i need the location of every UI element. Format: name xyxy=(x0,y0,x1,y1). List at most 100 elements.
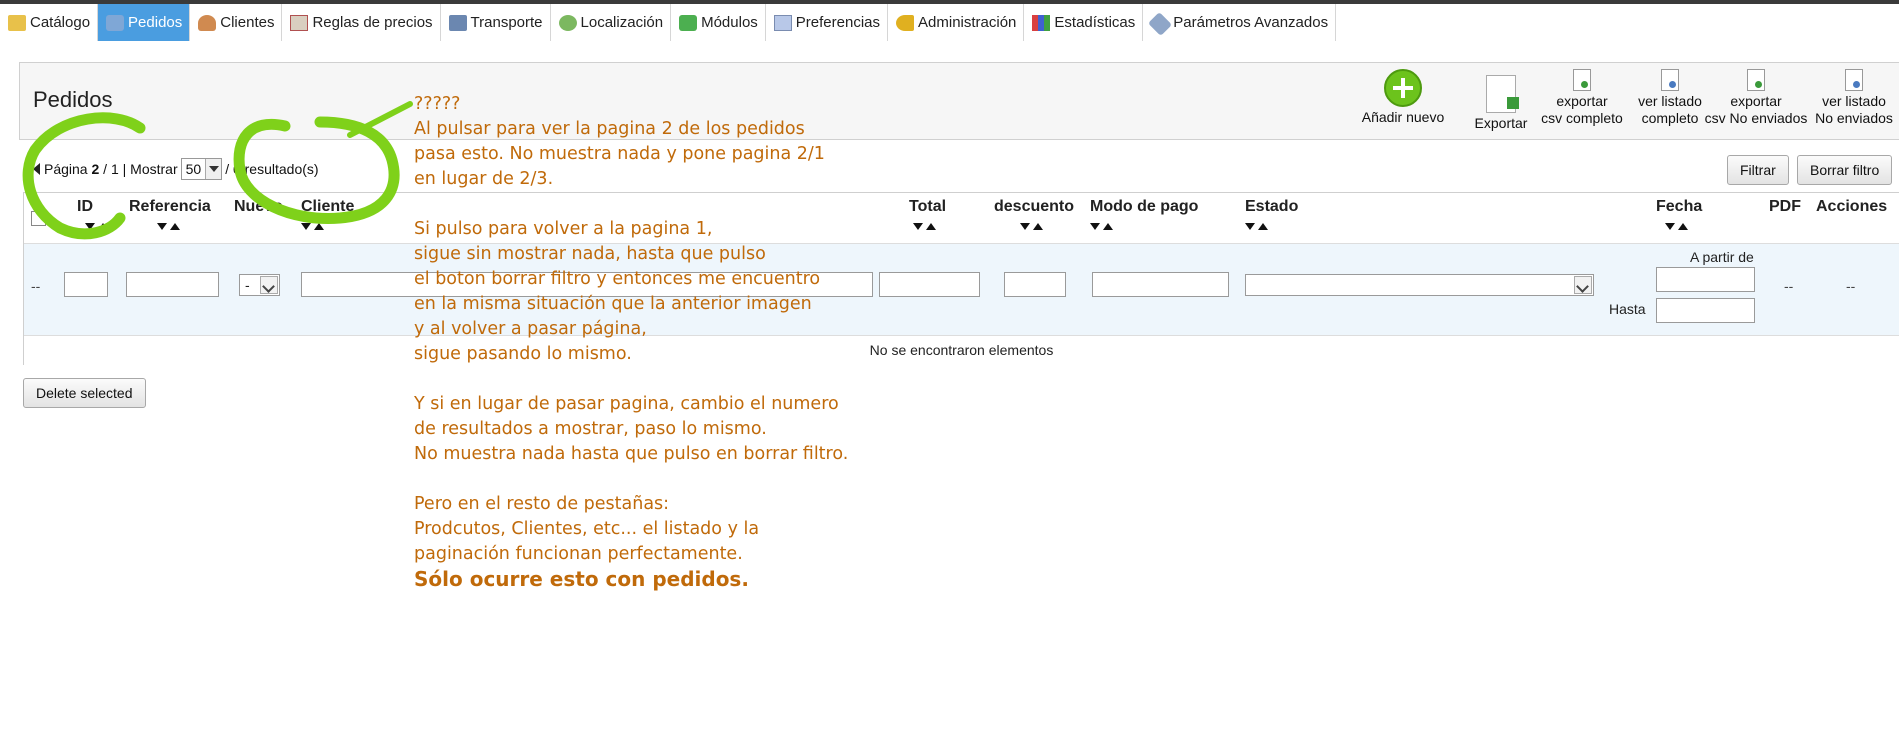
filter-new-select[interactable]: - xyxy=(239,274,280,296)
tab-localizacion[interactable]: Localización xyxy=(550,4,672,41)
filter-date-to-input[interactable] xyxy=(1656,298,1755,323)
sort-asc-icon[interactable] xyxy=(170,223,180,230)
clear-filter-button[interactable]: Borrar filtro xyxy=(1797,155,1893,185)
sort-asc-icon[interactable] xyxy=(1103,223,1113,230)
filter-id-input[interactable] xyxy=(64,272,108,297)
column-header-customer: Cliente xyxy=(301,198,355,215)
sort-controls-date xyxy=(1665,223,1688,230)
filter-actions-dash: -- xyxy=(1846,278,1856,294)
chart-icon xyxy=(1032,14,1051,31)
view-full-line1: ver listado xyxy=(1638,93,1702,109)
tab-pedidos[interactable]: Pedidos xyxy=(98,4,191,41)
main-tabs: Catálogo Pedidos Clientes Reglas de prec… xyxy=(0,4,1337,41)
tab-administracion[interactable]: Administración xyxy=(888,4,1025,41)
sort-desc-icon[interactable] xyxy=(913,223,923,230)
cart-icon xyxy=(106,14,125,31)
sort-desc-icon[interactable] xyxy=(1665,223,1675,230)
tab-catalogo[interactable]: Catálogo xyxy=(0,4,99,41)
column-header-date: Fecha xyxy=(1656,198,1703,215)
sort-asc-icon[interactable] xyxy=(314,223,324,230)
tab-estadisticas[interactable]: Estadísticas xyxy=(1024,4,1144,41)
delete-selected-button[interactable]: Delete selected xyxy=(23,378,146,408)
annotation-line: pasa esto. No muestra nada y pone pagina… xyxy=(414,144,825,164)
sort-asc-icon[interactable] xyxy=(1678,223,1688,230)
sort-desc-icon[interactable] xyxy=(85,223,95,230)
select-all-checkbox[interactable] xyxy=(31,211,46,226)
key-icon xyxy=(896,14,915,31)
sort-desc-icon[interactable] xyxy=(301,223,311,230)
per-page-select[interactable]: 50 xyxy=(180,158,223,180)
tab-label: Pedidos xyxy=(128,14,183,31)
tab-reglas-precios[interactable]: Reglas de precios xyxy=(282,4,441,41)
wrench-icon xyxy=(1148,11,1173,36)
export-csv-full-button[interactable]: exportar csv completo xyxy=(1532,69,1632,127)
total-pages: / 1 | xyxy=(103,161,127,177)
filter-new-value: - xyxy=(245,277,250,293)
tab-label: Transporte xyxy=(470,14,543,31)
per-page-value: 50 xyxy=(185,161,202,177)
annotation-final-line: Sólo ocurre esto con pedidos. xyxy=(414,567,749,591)
chevron-down-icon xyxy=(1574,276,1592,294)
column-header-status: Estado xyxy=(1245,198,1299,215)
tab-modulos[interactable]: Módulos xyxy=(671,4,766,41)
empty-message: No se encontraron elementos xyxy=(869,342,1054,358)
annotation-line: Y si en lugar de pasar pagina, cambio el… xyxy=(414,394,839,414)
filter-discount-input[interactable] xyxy=(1004,272,1066,297)
column-header-actions: Acciones xyxy=(1816,198,1888,215)
filter-reference-input[interactable] xyxy=(126,272,219,297)
globe-icon xyxy=(558,14,577,31)
annotation-line: en la misma situación que la anterior im… xyxy=(414,294,812,314)
filter-payment-input[interactable] xyxy=(1092,272,1229,297)
tab-label: Preferencias xyxy=(795,14,881,31)
sort-asc-icon[interactable] xyxy=(98,223,108,230)
sort-asc-icon[interactable] xyxy=(926,223,936,230)
annotation-spacer xyxy=(414,467,914,492)
tab-label: Estadísticas xyxy=(1054,14,1136,31)
annotation-line: sigue sin mostrar nada, hasta que pulso xyxy=(414,244,766,264)
tab-preferencias[interactable]: Preferencias xyxy=(765,4,889,41)
filter-row-dash: -- xyxy=(31,278,41,294)
toolbar-panel: Pedidos Añadir nuevo Exportar exportar c… xyxy=(19,62,1899,140)
previous-page-icon[interactable] xyxy=(33,163,40,175)
empty-row: No se encontraron elementos xyxy=(24,336,1899,366)
sort-controls-total xyxy=(913,223,936,230)
chevron-down-icon xyxy=(260,276,278,294)
export-csv-unsent-button[interactable]: exportar csv No enviados xyxy=(1696,69,1816,127)
sort-controls-reference xyxy=(157,223,180,230)
export-csv-unsent-line2: csv No enviados xyxy=(1704,110,1808,126)
filter-status-select[interactable] xyxy=(1245,274,1594,296)
tab-transporte[interactable]: Transporte xyxy=(440,4,551,41)
sort-desc-icon[interactable] xyxy=(1245,223,1255,230)
view-full-line2: completo xyxy=(1641,110,1699,126)
export-button[interactable]: Exportar xyxy=(1461,75,1541,132)
orders-table: ID Referencia Nuevo Cliente Total descue… xyxy=(23,192,1899,366)
page-label: Página xyxy=(44,161,88,177)
tab-label: Catálogo xyxy=(30,14,91,31)
view-unsent-line1: ver listado xyxy=(1822,93,1886,109)
sort-controls-customer xyxy=(301,223,324,230)
filter-pdf-dash: -- xyxy=(1784,278,1794,294)
sort-desc-icon[interactable] xyxy=(1020,223,1030,230)
tab-clientes[interactable]: Clientes xyxy=(190,4,283,41)
csv-export-icon xyxy=(1747,69,1765,91)
view-unsent-button[interactable]: ver listado No enviados xyxy=(1807,69,1899,127)
tab-label: Módulos xyxy=(701,14,758,31)
tab-label: Clientes xyxy=(220,14,275,31)
sort-controls-id xyxy=(85,223,108,230)
add-new-button[interactable]: Añadir nuevo xyxy=(1353,69,1453,126)
date-from-label: A partir de xyxy=(1690,249,1754,265)
sort-desc-icon[interactable] xyxy=(1090,223,1100,230)
tab-parametros-avanzados[interactable]: Parámetros Avanzados xyxy=(1143,4,1337,41)
column-header-payment: Modo de pago xyxy=(1090,198,1199,215)
filter-date-from-input[interactable] xyxy=(1656,267,1755,292)
filter-button[interactable]: Filtrar xyxy=(1727,155,1789,185)
sort-controls-status xyxy=(1245,223,1268,230)
export-csv-full-line2: csv completo xyxy=(1541,110,1623,126)
sort-desc-icon[interactable] xyxy=(157,223,167,230)
current-page: 2 xyxy=(91,161,100,177)
sort-asc-icon[interactable] xyxy=(1258,223,1268,230)
column-header-new: Nuevo xyxy=(234,198,283,215)
page-title: Pedidos xyxy=(33,87,113,112)
sort-asc-icon[interactable] xyxy=(1033,223,1043,230)
preferences-icon xyxy=(773,14,792,31)
